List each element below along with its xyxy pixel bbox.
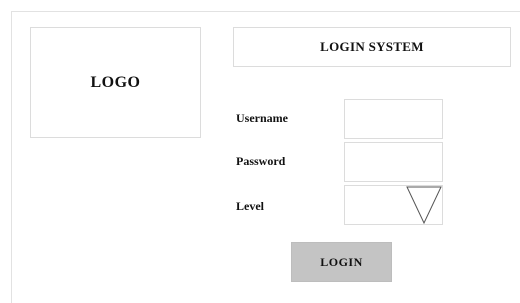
logo-placeholder: LOGO <box>30 27 201 138</box>
password-label: Password <box>236 154 286 168</box>
level-select[interactable] <box>344 185 443 225</box>
page-title-box: LOGIN SYSTEM <box>233 27 511 67</box>
login-button-label: LOGIN <box>320 254 363 269</box>
chevron-down-icon[interactable] <box>406 186 442 224</box>
logo-text: LOGO <box>90 73 141 91</box>
level-label: Level <box>236 199 264 213</box>
login-button[interactable]: LOGIN <box>291 242 392 282</box>
password-field[interactable] <box>344 142 443 182</box>
username-field[interactable] <box>344 99 443 139</box>
page-title: LOGIN SYSTEM <box>320 39 424 54</box>
username-label: Username <box>236 111 288 125</box>
